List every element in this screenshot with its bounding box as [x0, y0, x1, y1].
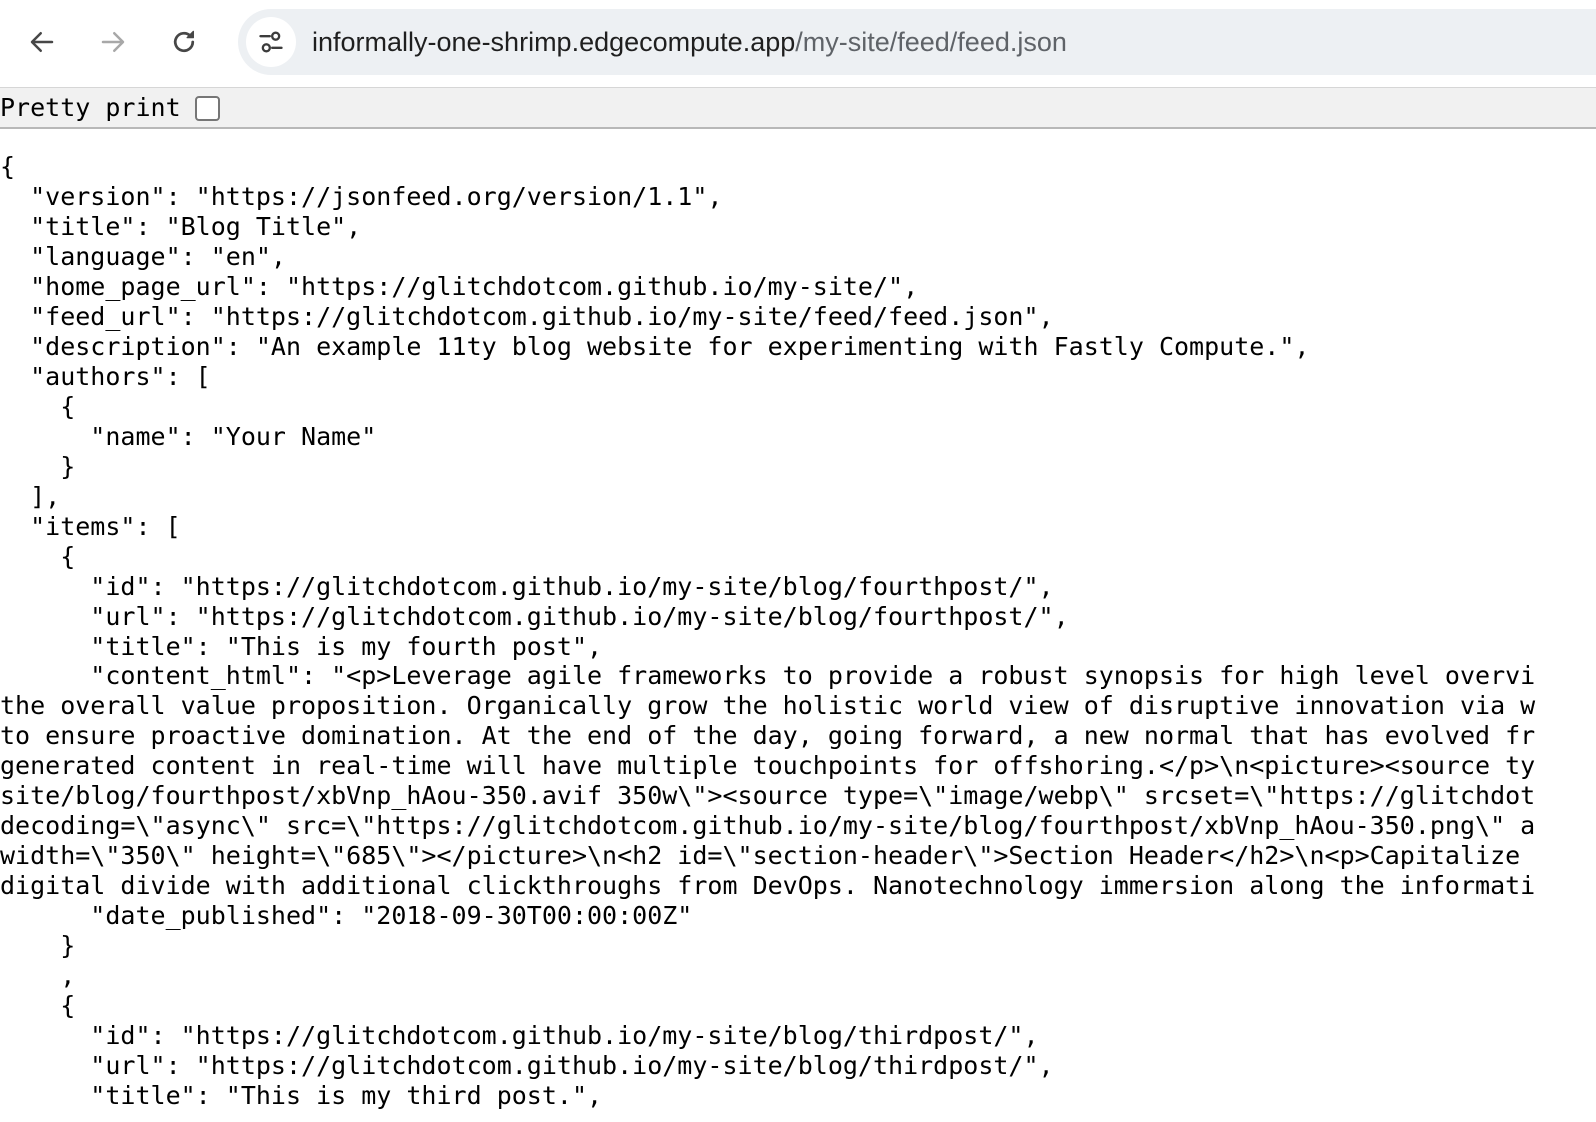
json-line: {	[0, 541, 76, 571]
address-bar[interactable]: informally-one-shrimp.edgecompute.app/my…	[238, 9, 1596, 75]
json-line: {	[0, 391, 76, 421]
json-line: "title": "This is my third post.",	[0, 1081, 603, 1111]
json-line: "id": "https://glitchdotcom.github.io/my…	[0, 1021, 1039, 1051]
json-line: "items": [	[0, 511, 181, 541]
json-content: { "version": "https://jsonfeed.org/versi…	[0, 152, 1596, 1122]
json-line: }	[0, 451, 76, 481]
site-info-button[interactable]	[246, 17, 296, 67]
json-line: ],	[0, 481, 61, 511]
json-line: width=\"350\" height=\"685\"></picture>\…	[0, 841, 1536, 871]
json-line: "content_html": "<p>Leverage agile frame…	[0, 661, 1536, 691]
arrow-left-icon	[30, 32, 54, 52]
json-line: "date_published": "2018-09-30T00:00:00Z"	[0, 901, 693, 931]
json-line: "language": "en",	[0, 241, 286, 271]
json-line: digital divide with additional clickthro…	[0, 871, 1536, 901]
forward-button[interactable]	[87, 16, 139, 68]
json-line: "feed_url": "https://glitchdotcom.github…	[0, 301, 1054, 331]
json-line: generated content in real-time will have…	[0, 751, 1536, 781]
json-line: "url": "https://glitchdotcom.github.io/m…	[0, 601, 1069, 631]
back-button[interactable]	[16, 16, 68, 68]
json-line: "id": "https://glitchdotcom.github.io/my…	[0, 571, 1054, 601]
json-line: "home_page_url": "https://glitchdotcom.g…	[0, 271, 919, 301]
pretty-print-bar: Pretty print	[0, 87, 1596, 129]
json-line: }	[0, 931, 76, 961]
json-line: "description": "An example 11ty blog web…	[0, 331, 1310, 361]
tune-icon	[259, 31, 283, 53]
json-line: site/blog/fourthpost/xbVnp_hAou-350.avif…	[0, 781, 1536, 811]
json-line: "title": "Blog Title",	[0, 211, 362, 241]
arrow-right-icon	[101, 32, 125, 52]
json-line: {	[0, 152, 16, 181]
json-line: "name": "Your Name"	[0, 421, 377, 451]
reload-icon	[173, 30, 195, 53]
pretty-print-checkbox[interactable]	[195, 96, 220, 121]
json-line: "url": "https://glitchdotcom.github.io/m…	[0, 1051, 1054, 1081]
url-host: informally-one-shrimp.edgecompute.app	[312, 27, 796, 57]
json-line: ,	[0, 961, 76, 991]
json-line: to ensure proactive domination. At the e…	[0, 721, 1536, 751]
json-line: "authors": [	[0, 361, 211, 391]
url-display[interactable]: informally-one-shrimp.edgecompute.app/my…	[312, 9, 1067, 75]
json-line: decoding=\"async\" src=\"https://glitchd…	[0, 811, 1536, 841]
json-line: "version": "https://jsonfeed.org/version…	[0, 181, 723, 211]
pretty-print-label: Pretty print	[0, 93, 181, 122]
json-line: {	[0, 991, 76, 1021]
json-line: the overall value proposition. Organical…	[0, 691, 1536, 721]
browser-toolbar: informally-one-shrimp.edgecompute.app/my…	[0, 0, 1596, 87]
reload-button[interactable]	[158, 16, 210, 68]
url-path: /my-site/feed/feed.json	[795, 27, 1067, 57]
json-line: "title": "This is my fourth post",	[0, 631, 603, 661]
